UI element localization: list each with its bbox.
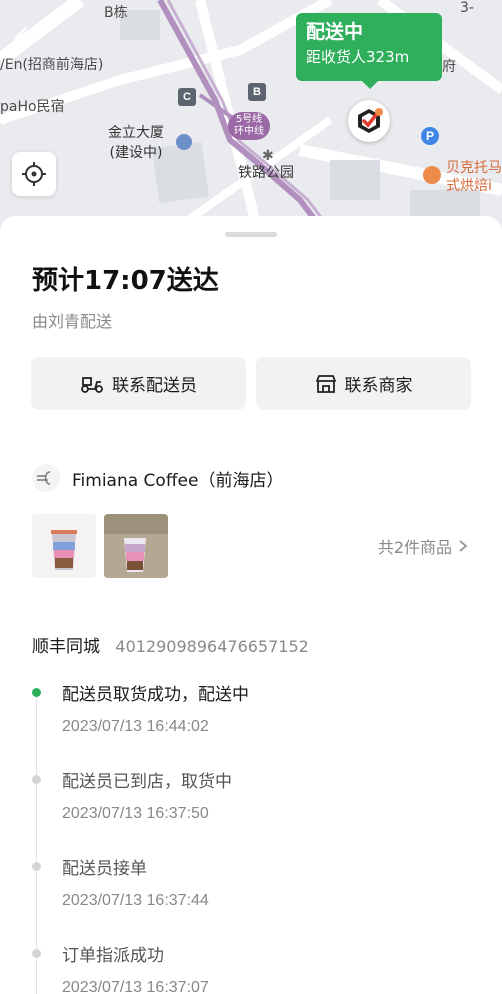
building-poi-icon [176,134,192,150]
contact-rider-button[interactable]: 联系配送员 [31,357,246,410]
back-button[interactable] [12,26,32,50]
timeline-item: 配送员取货成功，配送中 2023/07/13 16:44:02 [32,680,472,750]
timeline-dot-active [32,688,41,697]
scooter-icon [81,376,103,393]
map-marker-b: B [248,83,266,101]
shop-logo-icon [37,471,51,485]
status-distance: 距收货人323m [306,48,410,66]
eta-title: 预计17:07送达 [32,266,219,296]
rider-name: 由刘青配送 [32,312,113,331]
metro-line-name: 5号线 [235,114,263,125]
goods-count-link[interactable]: 共2件商品 [378,534,468,558]
drink-cup-image [32,514,96,578]
crosshair-icon [22,162,46,186]
delivery-timeline: 配送员取货成功，配送中 2023/07/13 16:44:02 配送员已到店，取… [32,680,472,994]
map-marker-c: C [178,88,196,106]
map-label-jinli-sub: (建设中) [109,145,163,161]
locate-button[interactable] [12,152,56,196]
timeline-dot [32,775,41,784]
courier-location-pin[interactable] [348,100,390,142]
back-arrow-icon [14,26,28,50]
map-label-jinli-title: 金立大厦 [108,125,164,141]
map-label-corner: 3- [460,0,474,16]
order-detail-sheet: 预计17:07送达 由刘青配送 联系配送员 联系商家 Fimiana Coffe… [0,216,502,994]
product-thumbnail[interactable] [104,514,168,578]
metro-line-sub: 环中线 [234,126,264,137]
carrier-row: 顺丰同城 4012909896476657152 [32,632,309,657]
tracking-number[interactable]: 4012909896476657152 [115,637,308,656]
carrier-name: 顺丰同城 [32,637,100,657]
contact-rider-label: 联系配送员 [112,376,197,396]
metro-line-sign: 5号线 环中线 [228,112,270,140]
timeline-item: 配送员已到店，取货中 2023/07/13 16:37:50 [32,767,472,837]
timeline-event-time: 2023/07/13 16:37:50 [62,805,209,822]
map-label-right-2: 贝克托马 [446,160,502,176]
contact-shop-button[interactable]: 联系商家 [256,357,471,410]
timeline-item: 订单指派成功 2023/07/13 16:37:07 [32,941,472,994]
shop-logo [32,464,60,492]
map-view[interactable]: B栋 3- /En(招商前海店) paHo民宿 府 C B 5号线 环中线 金立… [0,0,502,240]
drink-cup-image [104,514,168,578]
timeline-event-text: 配送员已到店，取货中 [62,772,232,792]
map-label-right-3: 式烘焙i [446,178,492,194]
timeline-event-text: 订单指派成功 [62,946,164,966]
timeline-event-text: 配送员接单 [62,859,147,879]
timeline-item: 配送员接单 2023/07/13 16:37:44 [32,854,472,924]
bakery-poi-icon [423,166,441,184]
timeline-event-time: 2023/07/13 16:37:07 [62,979,209,994]
timeline-dot [32,862,41,871]
delivery-status-bubble: 配送中 距收货人323m [296,13,442,89]
map-label-hostel: paHo民宿 [0,99,65,115]
shop-name: Fimiana Coffee（前海店） [72,470,284,491]
product-thumbnail[interactable] [32,514,96,578]
shop-row[interactable]: Fimiana Coffee（前海店） [32,464,283,492]
map-label-station: 铁路公园 [238,165,294,181]
chevron-right-icon [459,540,468,552]
status-title: 配送中 [306,21,364,43]
timeline-event-time: 2023/07/13 16:37:44 [62,892,209,909]
timeline-event-time: 2023/07/13 16:44:02 [62,718,209,735]
map-label-building-b: B栋 [104,5,128,21]
goods-count-label: 共2件商品 [377,538,452,557]
drag-handle[interactable] [225,232,277,237]
map-label-right-1: 府 [442,59,456,75]
map-label-jinli: 金立大厦 (建设中) [108,122,164,162]
timeline-dot [32,949,41,958]
contact-shop-label: 联系商家 [344,376,413,396]
shop-icon [315,374,336,393]
timeline-event-text: 配送员取货成功，配送中 [62,685,249,705]
parking-icon: P [421,127,439,145]
map-label-store: /En(招商前海店) [0,57,104,73]
courier-logo-icon [358,108,383,133]
